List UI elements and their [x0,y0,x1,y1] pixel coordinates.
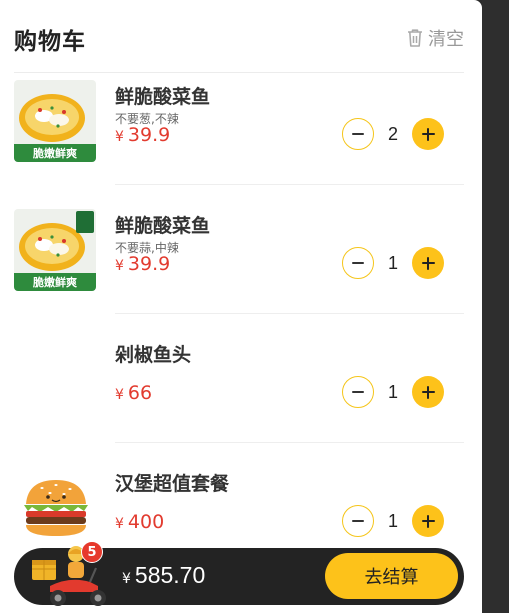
item-price: ¥ 66 [115,382,152,404]
item-price: ¥ 39.9 [115,253,170,275]
clear-cart-label: 清空 [428,29,464,50]
decrease-button[interactable] [342,247,374,279]
quantity-value: 1 [387,510,398,531]
product-image: 脆嫩鲜爽 [14,80,96,162]
quantity-stepper: 2 [342,118,444,150]
item-name: 鲜脆酸菜鱼 [115,86,211,108]
quantity-value: 2 [387,123,398,144]
clear-cart-button[interactable]: 清空 [406,25,464,51]
cart-panel: 购物车 清空 脆嫩鲜爽 鲜脆酸菜鱼 不要葱,不辣 ¥ 39.9 2 脆嫩鲜爽 鲜… [0,0,482,613]
item-name: 剁椒鱼头 [115,344,192,366]
price-value: 66 [127,382,153,404]
item-price: ¥ 400 [115,511,164,533]
currency-symbol: ¥ [115,387,124,403]
increase-button[interactable] [412,247,444,279]
sauerkraut-fish-image: 脆嫩鲜爽 [14,80,96,162]
page-backdrop [482,0,509,613]
cart-item-info: 剁椒鱼头 ¥ 66 1 [115,314,464,443]
total-value: 585.70 [134,562,206,588]
cart-title: 购物车 [14,29,86,55]
item-price: ¥ 39.9 [115,124,170,146]
decrease-button[interactable] [342,118,374,150]
cart-item-info: 鲜脆酸菜鱼 不要蒜,中辣 ¥ 39.9 1 [115,185,464,314]
currency-symbol: ¥ [115,258,124,274]
price-value: 400 [127,511,165,533]
quantity-stepper: 1 [342,505,444,537]
courier-scooter-icon[interactable] [30,542,122,610]
cart-item: 剁椒鱼头 ¥ 66 1 [0,314,482,443]
item-name: 汉堡超值套餐 [115,473,230,495]
thumb-caption: 脆嫩鲜爽 [32,275,77,289]
product-image: 脆嫩鲜爽 [14,209,96,291]
increase-button[interactable] [412,118,444,150]
quantity-value: 1 [387,381,398,402]
cart-header: 购物车 清空 [14,0,464,73]
decrease-button[interactable] [342,505,374,537]
decrease-button[interactable] [342,376,374,408]
currency-symbol: ¥ [115,516,124,532]
trash-icon [408,29,422,47]
quantity-stepper: 1 [342,376,444,408]
cart-item: 脆嫩鲜爽 鲜脆酸菜鱼 不要蒜,中辣 ¥ 39.9 1 [0,185,482,314]
price-value: 39.9 [127,253,171,275]
cart-count-badge: 5 [81,541,103,563]
sauerkraut-fish-image: 脆嫩鲜爽 [14,209,96,291]
cart-summary-bar: 5 ¥ 585.70 去结算 [14,541,464,606]
thumb-caption: 脆嫩鲜爽 [32,146,77,160]
quantity-value: 1 [387,252,398,273]
quantity-stepper: 1 [342,247,444,279]
increase-button[interactable] [412,505,444,537]
total-currency: ¥ [122,571,131,587]
cart-item-info: 汉堡超值套餐 ¥ 400 1 [115,443,464,554]
currency-symbol: ¥ [115,129,124,145]
burger-mascot-icon [24,480,88,536]
price-value: 39.9 [127,124,171,146]
cart-item-info: 鲜脆酸菜鱼 不要葱,不辣 ¥ 39.9 2 [115,74,464,185]
cart-item: 脆嫩鲜爽 鲜脆酸菜鱼 不要葱,不辣 ¥ 39.9 2 [0,74,482,185]
cart-total: ¥ 585.70 [122,562,205,589]
item-name: 鲜脆酸菜鱼 [115,215,211,237]
increase-button[interactable] [412,376,444,408]
checkout-button[interactable]: 去结算 [325,553,458,599]
